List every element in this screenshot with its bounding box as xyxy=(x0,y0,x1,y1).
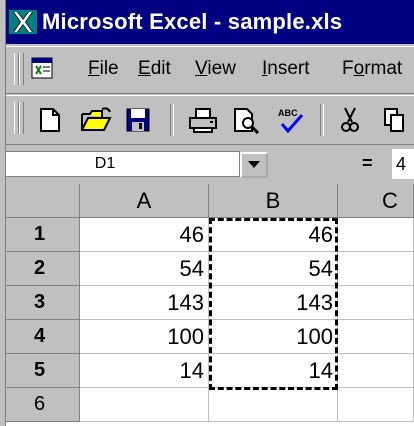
column-header-a[interactable]: A xyxy=(80,184,209,218)
new-icon[interactable] xyxy=(36,106,64,134)
menu-insert-rest: nsert xyxy=(267,58,310,79)
cell-a3[interactable]: 143 xyxy=(80,286,209,320)
spelling-icon[interactable]: ABC xyxy=(276,106,304,134)
column-header-c[interactable]: C xyxy=(338,184,414,218)
cell-b6[interactable] xyxy=(209,388,338,422)
formula-equals-icon[interactable]: = xyxy=(362,153,373,174)
menu-insert[interactable]: Insert xyxy=(262,58,310,80)
cell-a5[interactable]: 14 xyxy=(80,354,209,388)
formula-input[interactable]: 4 xyxy=(392,149,414,179)
print-preview-icon[interactable] xyxy=(232,106,260,135)
cell-a4[interactable]: 100 xyxy=(80,320,209,354)
menubar-grip-2 xyxy=(19,53,24,85)
menu-bar: File Edit View Insert Format xyxy=(0,46,414,94)
row-header[interactable]: 3 xyxy=(0,286,80,320)
cell-b5[interactable]: 14 xyxy=(209,354,338,388)
window-left-border xyxy=(0,0,6,426)
worksheet-grid: A B C 1 46 46 2 54 54 3 143 143 4 100 10… xyxy=(0,184,414,426)
menu-view[interactable]: View xyxy=(195,58,236,80)
cut-icon[interactable] xyxy=(336,106,364,134)
excel-logo-icon[interactable] xyxy=(8,7,38,37)
name-box-value: D1 xyxy=(94,155,116,172)
window-title: Microsoft Excel - sample.xls xyxy=(42,9,343,34)
workbook-doc-icon[interactable] xyxy=(30,56,54,80)
cell-b3[interactable]: 143 xyxy=(209,286,338,320)
standard-toolbar: ABC xyxy=(0,95,414,145)
column-header-b[interactable]: B xyxy=(209,184,338,218)
cell-a2[interactable]: 54 xyxy=(80,252,209,286)
open-icon[interactable] xyxy=(80,106,112,134)
row-header[interactable]: 2 xyxy=(0,252,80,286)
select-all-corner[interactable] xyxy=(0,184,80,218)
row-header[interactable]: 6 xyxy=(0,388,80,422)
cell-c2[interactable] xyxy=(338,252,414,286)
cell-c3[interactable] xyxy=(338,286,414,320)
excel-window: Microsoft Excel - sample.xls File Edit V… xyxy=(0,0,414,426)
name-box[interactable]: D1 xyxy=(4,151,240,177)
name-box-dropdown-button[interactable] xyxy=(240,152,268,178)
toolbar-separator xyxy=(170,104,174,136)
row-header[interactable]: 1 xyxy=(0,218,80,252)
toolbar-separator-2 xyxy=(320,104,324,136)
cell-c1[interactable] xyxy=(338,218,414,252)
cell-b4[interactable]: 100 xyxy=(209,320,338,354)
save-icon[interactable] xyxy=(124,106,152,134)
cell-b2[interactable]: 54 xyxy=(209,252,338,286)
cell-c5[interactable] xyxy=(338,354,414,388)
copy-icon[interactable] xyxy=(382,106,410,134)
title-bar: Microsoft Excel - sample.xls xyxy=(0,0,414,44)
menu-file[interactable]: File xyxy=(88,58,119,80)
row-header[interactable]: 5 xyxy=(0,354,80,388)
menu-file-accel: F xyxy=(88,58,100,79)
menu-edit-accel: E xyxy=(138,58,151,79)
cell-a6[interactable] xyxy=(80,388,209,422)
cell-a1[interactable]: 46 xyxy=(80,218,209,252)
menu-edit-rest: dit xyxy=(150,58,171,79)
cell-c4[interactable] xyxy=(338,320,414,354)
cell-c6[interactable] xyxy=(338,388,414,422)
menu-view-rest: iew xyxy=(207,58,236,79)
menu-format-pre: F xyxy=(342,58,354,79)
row-header[interactable]: 4 xyxy=(0,320,80,354)
menu-format-rest: rmat xyxy=(364,58,403,79)
menu-file-rest: ile xyxy=(99,58,119,79)
menu-view-accel: V xyxy=(195,58,208,79)
menu-format-accel: o xyxy=(353,58,365,79)
cell-b1[interactable]: 46 xyxy=(209,218,338,252)
menu-edit[interactable]: Edit xyxy=(138,58,171,80)
formula-bar: D1 = 4 xyxy=(0,146,414,184)
print-icon[interactable] xyxy=(188,106,217,134)
svg-text:ABC: ABC xyxy=(278,108,298,118)
toolbar-grip-2 xyxy=(19,102,24,134)
menu-format[interactable]: Format xyxy=(342,58,402,80)
